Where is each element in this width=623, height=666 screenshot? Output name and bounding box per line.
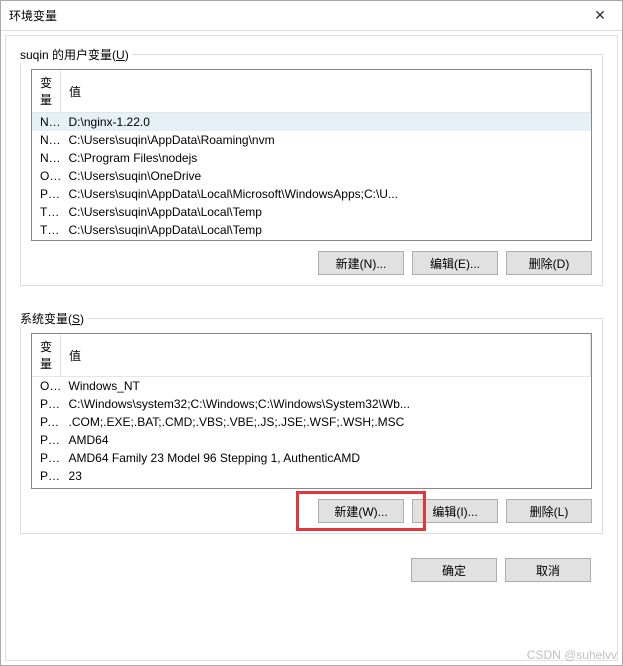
user-vars-table-container[interactable]: 变量 值 NGINX_HOMED:\nginx-1.22.0NVM_HOMEC:… (31, 69, 592, 241)
table-row[interactable]: OneDriveC:\Users\suqin\OneDrive (32, 167, 591, 185)
cell-name: TMP (32, 221, 61, 239)
cell-value: .COM;.EXE;.BAT;.CMD;.VBS;.VBE;.JS;.JSE;.… (61, 413, 591, 431)
user-vars-table: 变量 值 NGINX_HOMED:\nginx-1.22.0NVM_HOMEC:… (32, 70, 591, 239)
env-vars-dialog: 环境变量 ✕ suqin 的用户变量(U) 变量 值 NGINX_HOMED:\… (0, 0, 623, 666)
cell-name: TEMP (32, 203, 61, 221)
system-edit-button[interactable]: 编辑(I)... (412, 499, 498, 523)
cell-value: 23 (61, 467, 591, 485)
system-vars-group: 系统变量(S) 变量 值 OSWindows_NTPathC:\Windows\… (20, 318, 603, 534)
table-row[interactable]: TEMPC:\Users\suqin\AppData\Local\Temp (32, 203, 591, 221)
table-row[interactable]: PROCESSOR_LEVEL23 (32, 467, 591, 485)
dialog-content: suqin 的用户变量(U) 变量 值 NGINX_HOMED:\nginx-1… (5, 35, 618, 661)
cell-name: PROCESSOR_LEVEL (32, 467, 61, 485)
cell-value: AMD64 (61, 431, 591, 449)
system-vars-table: 变量 值 OSWindows_NTPathC:\Windows\system32… (32, 334, 591, 489)
cell-value: 6001 (61, 485, 591, 489)
system-new-button[interactable]: 新建(W)... (318, 499, 404, 523)
cell-name: OS (32, 377, 61, 396)
table-row[interactable]: PROCESSOR_REVISION6001 (32, 485, 591, 489)
user-vars-legend: suqin 的用户变量(U) (20, 46, 132, 63)
table-row[interactable]: PATHEXT.COM;.EXE;.BAT;.CMD;.VBS;.VBE;.JS… (32, 413, 591, 431)
user-new-button[interactable]: 新建(N)... (318, 251, 404, 275)
cell-name: Path (32, 185, 61, 203)
cell-value: AMD64 Family 23 Model 96 Stepping 1, Aut… (61, 449, 591, 467)
table-row[interactable]: OSWindows_NT (32, 377, 591, 396)
cell-value: C:\Users\suqin\AppData\Local\Temp (61, 221, 591, 239)
col-name[interactable]: 变量 (32, 334, 61, 377)
system-delete-button[interactable]: 删除(L) (506, 499, 592, 523)
window-title: 环境变量 (9, 7, 57, 24)
col-value[interactable]: 值 (61, 70, 591, 113)
cell-value: C:\Users\suqin\AppData\Roaming\nvm (61, 131, 591, 149)
cell-value: Windows_NT (61, 377, 591, 396)
table-row[interactable]: PathC:\Users\suqin\AppData\Local\Microso… (32, 185, 591, 203)
user-vars-group: suqin 的用户变量(U) 变量 值 NGINX_HOMED:\nginx-1… (20, 54, 603, 286)
cell-name: NVM_SYMLINK (32, 149, 61, 167)
cell-name: PROCESSOR_REVISION (32, 485, 61, 489)
cell-value: C:\Users\suqin\AppData\Local\Microsoft\W… (61, 185, 591, 203)
cell-value: C:\Windows\system32;C:\Windows;C:\Window… (61, 395, 591, 413)
cell-value: C:\Users\suqin\AppData\Local\Temp (61, 203, 591, 221)
cell-name: OneDrive (32, 167, 61, 185)
cell-name: PROCESSOR_IDENTIFIER (32, 449, 61, 467)
cell-name: NVM_HOME (32, 131, 61, 149)
table-row[interactable]: PROCESSOR_IDENTIFIERAMD64 Family 23 Mode… (32, 449, 591, 467)
cell-name: PATHEXT (32, 413, 61, 431)
dialog-footer: 确定 取消 (20, 548, 603, 586)
table-row[interactable]: NVM_HOMEC:\Users\suqin\AppData\Roaming\n… (32, 131, 591, 149)
table-row[interactable]: PathC:\Windows\system32;C:\Windows;C:\Wi… (32, 395, 591, 413)
close-icon: ✕ (594, 7, 606, 24)
cell-name: PROCESSOR_ARCHITECT... (32, 431, 61, 449)
system-vars-table-container[interactable]: 变量 值 OSWindows_NTPathC:\Windows\system32… (31, 333, 592, 489)
cell-value: D:\nginx-1.22.0 (61, 113, 591, 132)
cell-name: NGINX_HOME (32, 113, 61, 132)
cell-value: C:\Program Files\nodejs (61, 149, 591, 167)
table-row[interactable]: NVM_SYMLINKC:\Program Files\nodejs (32, 149, 591, 167)
cancel-button[interactable]: 取消 (505, 558, 591, 582)
cell-name: Path (32, 395, 61, 413)
table-row[interactable]: NGINX_HOMED:\nginx-1.22.0 (32, 113, 591, 132)
user-delete-button[interactable]: 删除(D) (506, 251, 592, 275)
user-edit-button[interactable]: 编辑(E)... (412, 251, 498, 275)
col-value[interactable]: 值 (61, 334, 591, 377)
close-button[interactable]: ✕ (578, 1, 622, 31)
table-row[interactable]: TMPC:\Users\suqin\AppData\Local\Temp (32, 221, 591, 239)
cell-value: C:\Users\suqin\OneDrive (61, 167, 591, 185)
ok-button[interactable]: 确定 (411, 558, 497, 582)
system-buttons: 新建(W)... 编辑(I)... 删除(L) (31, 499, 592, 523)
user-buttons: 新建(N)... 编辑(E)... 删除(D) (31, 251, 592, 275)
titlebar: 环境变量 ✕ (1, 1, 622, 31)
table-row[interactable]: PROCESSOR_ARCHITECT...AMD64 (32, 431, 591, 449)
col-name[interactable]: 变量 (32, 70, 61, 113)
system-vars-legend: 系统变量(S) (20, 310, 87, 327)
